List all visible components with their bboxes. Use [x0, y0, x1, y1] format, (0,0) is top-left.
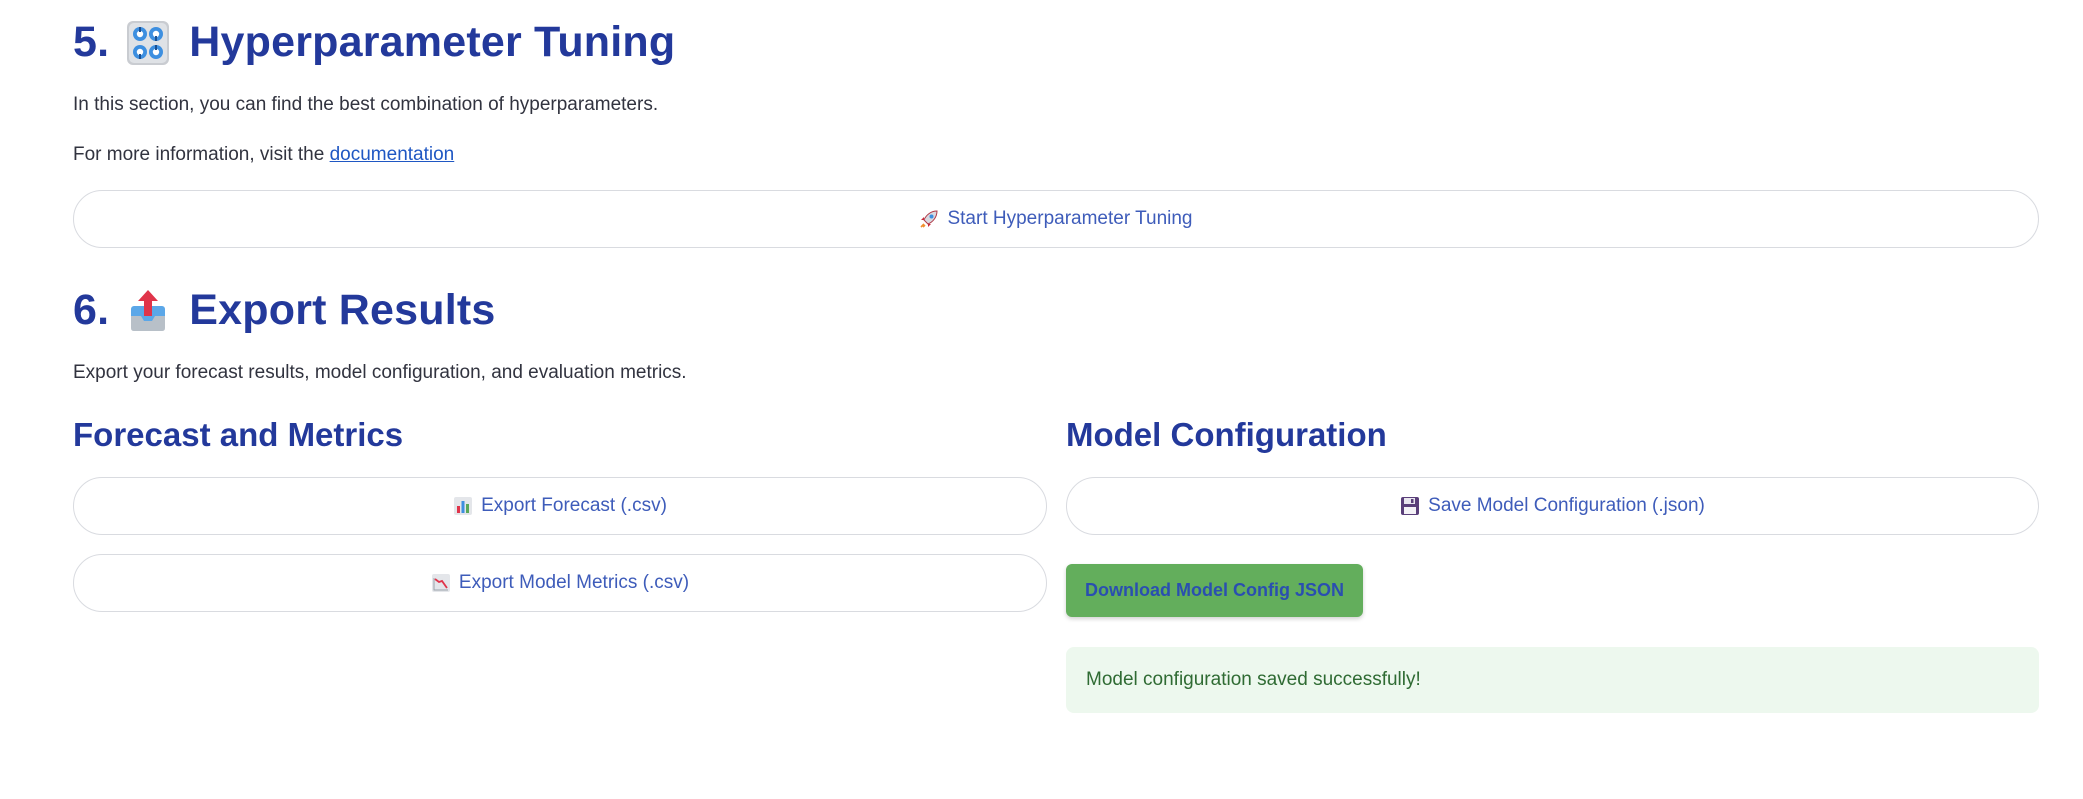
export-metrics-button[interactable]: Export Model Metrics (.csv) [73, 554, 1047, 612]
export-metrics-label: Export Model Metrics (.csv) [458, 572, 690, 593]
chart-decreasing-icon [431, 574, 450, 592]
model-config-heading: Model Configuration [1066, 416, 1387, 453]
outbox-tray-icon [131, 289, 166, 331]
save-config-label: Save Model Configuration (.json) [1428, 495, 1705, 516]
more-info-prefix: For more information, visit the [73, 144, 325, 165]
documentation-link[interactable]: documentation [330, 144, 455, 165]
rocket-icon [920, 210, 938, 228]
success-alert: Model configuration saved successfully! [1066, 647, 2039, 713]
section-6-number: 6. [73, 286, 110, 334]
section-6-title: Export Results [189, 286, 496, 334]
download-config-button[interactable]: Download Model Config JSON [1066, 564, 1363, 617]
forecast-metrics-heading: Forecast and Metrics [73, 416, 404, 453]
start-tuning-button[interactable]: Start Hyperparameter Tuning [73, 190, 2039, 248]
control-knobs-icon [127, 20, 170, 65]
start-tuning-label: Start Hyperparameter Tuning [947, 208, 1193, 229]
export-forecast-label: Export Forecast (.csv) [481, 495, 667, 516]
section-5-heading: 5. Hyperparameter Tuning [73, 18, 675, 67]
section-5-description: In this section, you can find the best c… [73, 94, 659, 115]
success-message: Model configuration saved successfully! [1086, 669, 1421, 690]
bar-chart-icon [454, 497, 473, 515]
floppy-disk-icon [1401, 497, 1420, 515]
save-config-button[interactable]: Save Model Configuration (.json) [1066, 477, 2039, 535]
section-6-heading: 6. Export Results [73, 286, 496, 335]
export-forecast-button[interactable]: Export Forecast (.csv) [73, 477, 1047, 535]
more-info-text: For more information, visit the document… [73, 144, 454, 166]
section-5-number: 5. [73, 18, 110, 66]
section-6-description: Export your forecast results, model conf… [73, 362, 687, 383]
section-5-title: Hyperparameter Tuning [189, 18, 676, 66]
